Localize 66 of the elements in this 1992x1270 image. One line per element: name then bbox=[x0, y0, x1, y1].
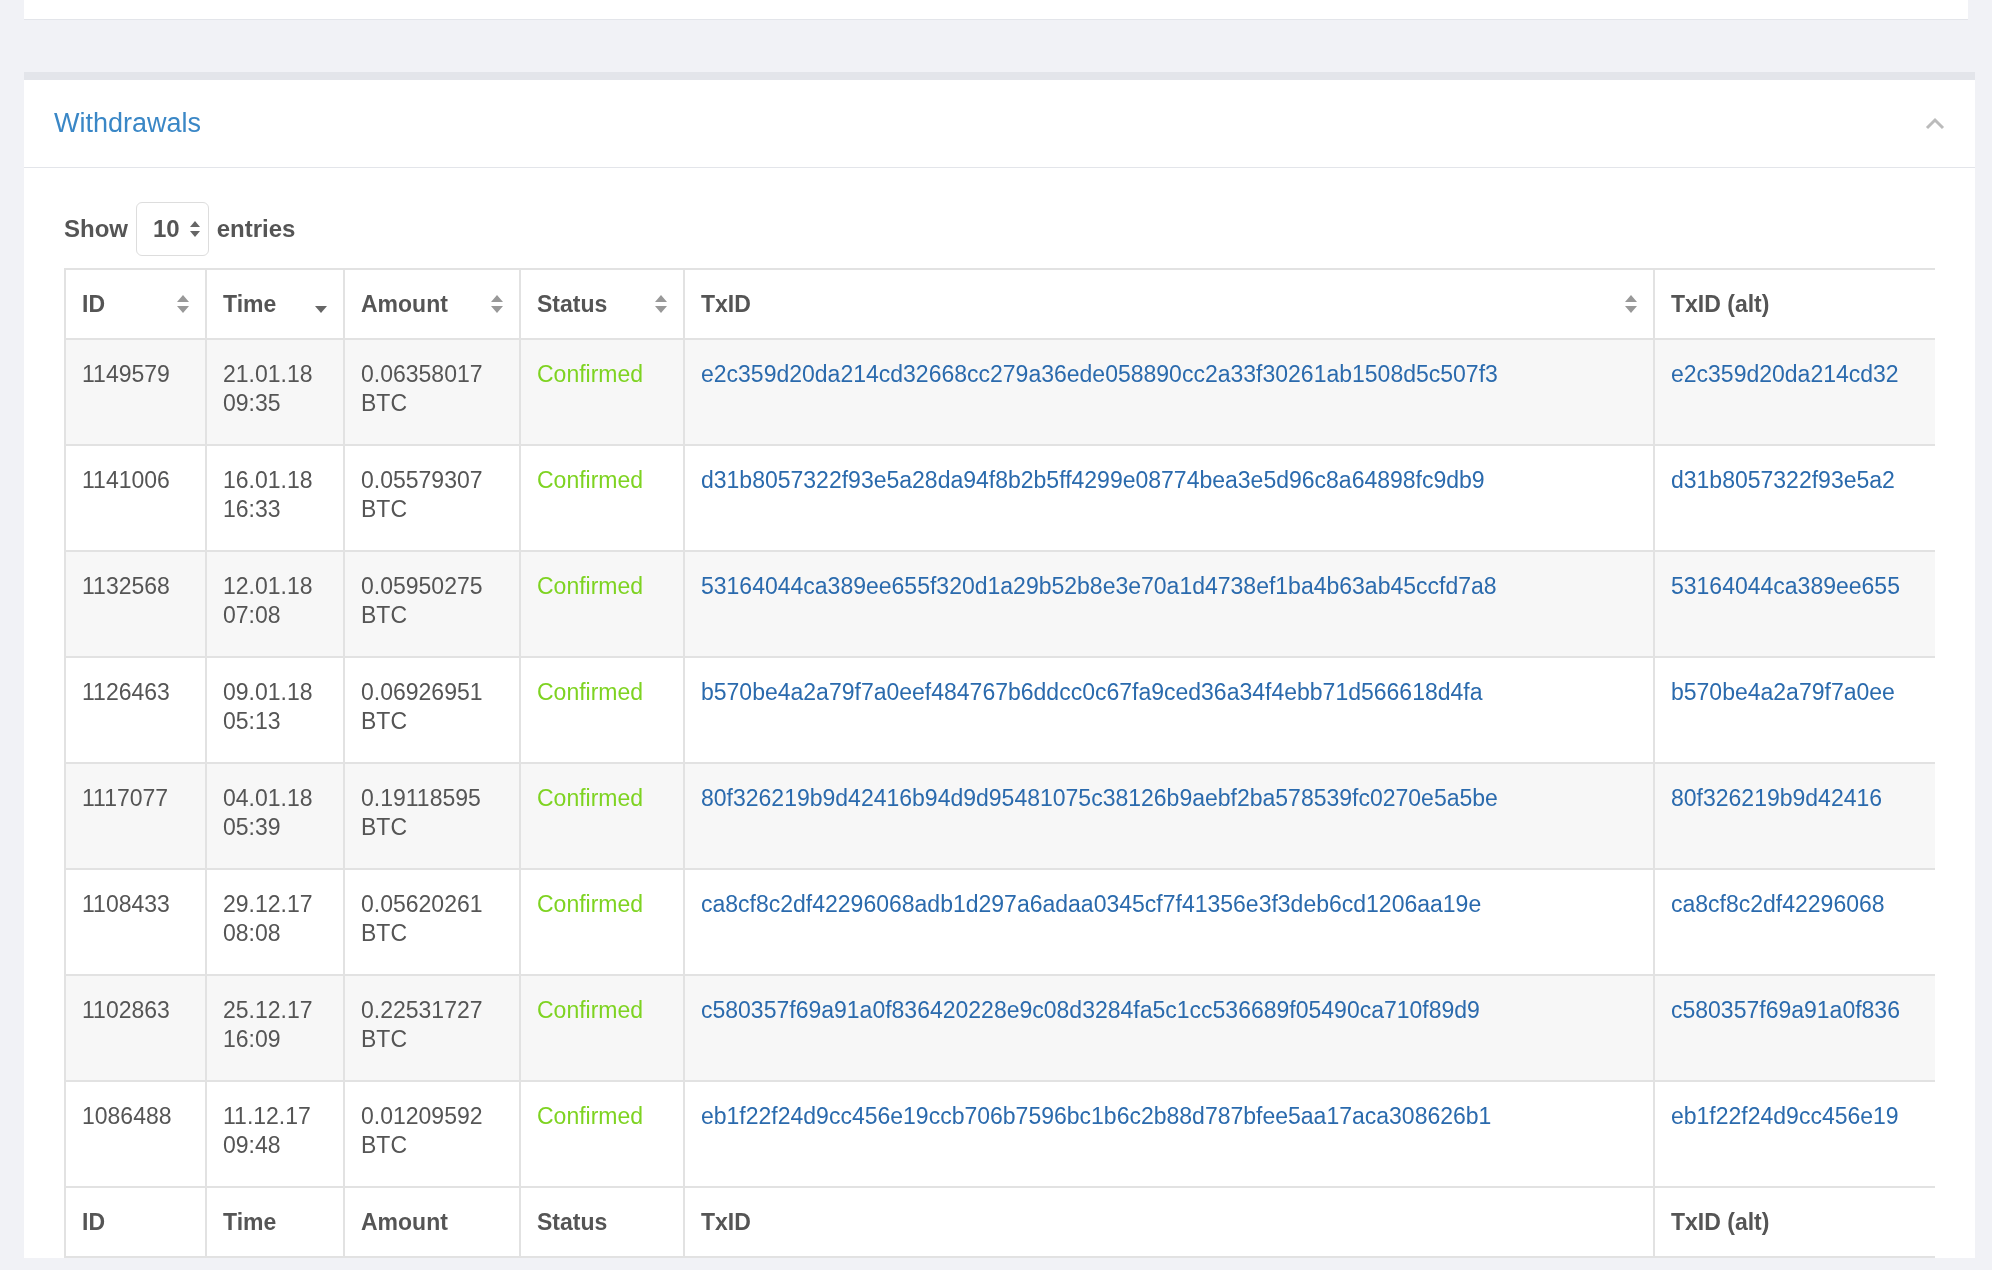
amount-cell: 0.05620261 BTC bbox=[361, 891, 483, 946]
txid-link[interactable]: b570be4a2a79f7a0ee bbox=[1671, 679, 1895, 705]
id-cell: 1149579 bbox=[82, 361, 170, 387]
txid-link[interactable]: d31b8057322f93e5a28da94f8b2b5ff4299e08774bea3e5d96c8a64898fc9db9 bbox=[701, 467, 1485, 493]
column-label: Amount bbox=[361, 289, 448, 319]
status-text: Confirmed bbox=[537, 361, 644, 387]
show-label: Show bbox=[64, 214, 128, 244]
status-text: Confirmed bbox=[537, 679, 644, 705]
column-footer: TxID (alt) bbox=[1671, 1208, 1770, 1235]
status-text: Confirmed bbox=[537, 573, 644, 599]
page-size-select[interactable]: 10 bbox=[136, 202, 209, 256]
column-footer: Time bbox=[223, 1208, 277, 1235]
time-cell: 04.01.18 05:39 bbox=[223, 785, 313, 840]
column-footer: ID bbox=[82, 1208, 105, 1235]
amount-cell: 0.05950275 BTC bbox=[361, 573, 483, 628]
id-cell: 1132568 bbox=[82, 573, 170, 599]
updown-icon bbox=[189, 221, 200, 237]
txid-link[interactable]: 80f326219b9d42416 bbox=[1671, 785, 1883, 811]
time-cell: 11.12.17 09:48 bbox=[223, 1103, 311, 1158]
id-cell: 1126463 bbox=[82, 679, 170, 705]
amount-cell: 0.06358017 BTC bbox=[361, 361, 483, 416]
column-label: TxID bbox=[701, 289, 751, 319]
id-cell: 1108433 bbox=[82, 891, 170, 917]
txid-link[interactable]: b570be4a2a79f7a0eef484767b6ddcc0c67fa9ced36a34f4ebb71d566618d4fa bbox=[701, 679, 1483, 705]
time-cell: 16.01.18 16:33 bbox=[223, 467, 313, 522]
id-cell: 1086488 bbox=[82, 1103, 172, 1129]
column-label: Status bbox=[537, 289, 608, 319]
amount-cell: 0.05579307 BTC bbox=[361, 467, 483, 522]
time-cell: 09.01.18 05:13 bbox=[223, 679, 313, 734]
status-text: Confirmed bbox=[537, 997, 644, 1023]
txid-link[interactable]: e2c359d20da214cd32 bbox=[1671, 361, 1899, 387]
txid-link[interactable]: eb1f22f24d9cc456e19 bbox=[1671, 1103, 1899, 1129]
amount-cell: 0.22531727 BTC bbox=[361, 997, 483, 1052]
status-text: Confirmed bbox=[537, 785, 644, 811]
column-label: TxID (alt) bbox=[1671, 289, 1770, 319]
amount-cell: 0.01209592 BTC bbox=[361, 1103, 483, 1158]
time-cell: 29.12.17 08:08 bbox=[223, 891, 313, 946]
id-cell: 1141006 bbox=[82, 467, 170, 493]
txid-link[interactable]: ca8cf8c2df42296068 bbox=[1671, 891, 1885, 917]
txid-link[interactable]: c580357f69a91a0f836 bbox=[1671, 997, 1900, 1023]
time-cell: 12.01.18 07:08 bbox=[223, 573, 313, 628]
txid-link[interactable]: ca8cf8c2df42296068adb1d297a6adaa0345cf7f41356e3f3deb6cd1206aa19e bbox=[701, 891, 1482, 917]
id-cell: 1102863 bbox=[82, 997, 170, 1023]
amount-cell: 0.19118595 BTC bbox=[361, 785, 481, 840]
panel-title: Withdrawals bbox=[54, 107, 202, 141]
sort-icon[interactable] bbox=[177, 295, 189, 313]
amount-cell: 0.06926951 BTC bbox=[361, 679, 483, 734]
column-footer: TxID bbox=[701, 1208, 751, 1235]
status-text: Confirmed bbox=[537, 891, 644, 917]
txid-link[interactable]: c580357f69a91a0f836420228e9c08d3284fa5c1cc536689f05490ca710f89d9 bbox=[701, 997, 1480, 1023]
sort-icon[interactable] bbox=[655, 295, 667, 313]
txid-link[interactable]: 53164044ca389ee655 bbox=[1671, 573, 1900, 599]
id-cell: 1117077 bbox=[82, 785, 169, 811]
time-cell: 25.12.17 16:09 bbox=[223, 997, 313, 1052]
sort-icon[interactable] bbox=[1625, 295, 1637, 313]
status-text: Confirmed bbox=[537, 467, 644, 493]
column-footer: Status bbox=[537, 1208, 608, 1235]
column-footer: Amount bbox=[361, 1208, 448, 1235]
txid-link[interactable]: d31b8057322f93e5a2 bbox=[1671, 467, 1895, 493]
status-text: Confirmed bbox=[537, 1103, 644, 1129]
entries-label: entries bbox=[216, 214, 296, 244]
sort-icon[interactable] bbox=[491, 295, 503, 313]
time-cell: 21.01.18 09:35 bbox=[223, 361, 313, 416]
chevron-icon[interactable] bbox=[1925, 116, 1945, 131]
column-label: Time bbox=[223, 289, 277, 319]
column-label: ID bbox=[82, 289, 105, 319]
